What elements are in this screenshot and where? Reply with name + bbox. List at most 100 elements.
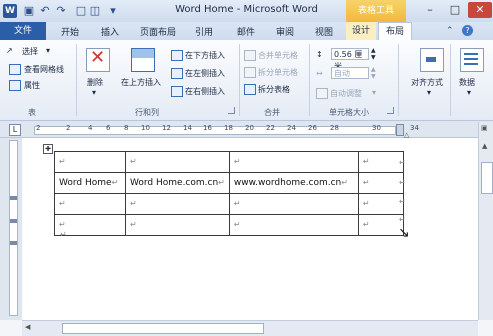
cell-marker-icon: ↵ [130, 157, 137, 166]
group-divider [309, 44, 310, 116]
table-cell[interactable]: Word Home↵ [54, 172, 126, 194]
scroll-left-icon[interactable]: ◀ [25, 323, 30, 331]
insert-right-button[interactable]: 在右侧插入 [185, 86, 225, 97]
insert-below-icon [171, 50, 183, 61]
cell-marker-icon: ↵ [362, 157, 370, 166]
row-height-input[interactable]: 0.56 厘米 [331, 48, 369, 71]
tab-file[interactable]: 文件 [0, 22, 46, 40]
data-button[interactable]: 数据 [459, 77, 475, 88]
table-cell[interactable]: ↵ [125, 193, 230, 215]
table-cell[interactable]: www.wordhome.com.cn↵ [228, 172, 359, 194]
ribbon-minimize-icon[interactable]: ⌃ [446, 26, 454, 36]
cell-text: www.wordhome.com.cn [233, 178, 342, 188]
scroll-thumb[interactable] [481, 162, 493, 194]
cell-text: Word Home [59, 178, 112, 188]
group-label-cell-size: 单元格大小 [329, 108, 369, 117]
merge-cells-icon [244, 50, 256, 61]
customize-qat-icon[interactable]: ▾ [106, 4, 120, 18]
spinner-arrows-icon[interactable]: ▲ ▼ [371, 66, 376, 80]
alignment-button[interactable]: 对齐方式 [411, 77, 443, 88]
tab-references[interactable]: 引用 [195, 25, 213, 38]
insert-above-icon [131, 48, 155, 72]
open-folder-icon[interactable]: ◫ [88, 4, 102, 18]
table-row: ↵ ↵ ↵ ↵ [54, 214, 404, 236]
table-cell[interactable]: ↵ [228, 214, 359, 236]
table-cell[interactable]: ↵ [125, 151, 230, 173]
gridlines-icon [9, 64, 21, 75]
cell-marker-icon: ↵ [59, 199, 66, 208]
table-cell[interactable]: ↵ [54, 193, 126, 215]
table-cell[interactable]: ↵ [357, 151, 404, 173]
split-cells-button[interactable]: 拆分单元格 [258, 67, 298, 78]
ruler-mark: 34 [410, 124, 419, 132]
tab-insert[interactable]: 插入 [101, 25, 119, 38]
tab-layout[interactable]: 布局 [378, 22, 412, 41]
maximize-icon[interactable]: □ [443, 2, 467, 18]
tab-mailings[interactable]: 邮件 [237, 25, 255, 38]
table-cell[interactable]: ↵ [357, 214, 404, 236]
delete-button[interactable]: 删除 [87, 77, 103, 88]
table-cell[interactable]: ↵ [357, 172, 404, 194]
column-marker-icon[interactable] [396, 124, 404, 136]
table-cell[interactable]: ↵ [357, 193, 404, 215]
tab-home[interactable]: 开始 [61, 25, 79, 38]
spinner-arrows-icon[interactable]: ▲ ▼ [371, 47, 376, 61]
properties-button[interactable]: 属性 [24, 80, 40, 91]
minimize-icon[interactable]: – [418, 2, 442, 18]
tab-page-layout[interactable]: 页面布局 [140, 25, 176, 38]
chevron-down-icon: ▾ [467, 88, 472, 97]
ruler-mark: 12 [162, 124, 171, 132]
delete-table-icon: ✕ [86, 47, 110, 72]
ruler-mark: 24 [287, 124, 296, 132]
table-move-handle-icon[interactable]: ✚ [43, 144, 53, 154]
new-document-icon[interactable]: □ [74, 4, 88, 18]
insert-below-button[interactable]: 在下方插入 [185, 50, 225, 61]
tab-selector-icon[interactable]: L [9, 124, 21, 136]
insert-left-button[interactable]: 在左侧插入 [185, 68, 225, 79]
chevron-down-icon: ▾ [92, 88, 97, 97]
horizontal-scroll-thumb[interactable] [62, 323, 264, 334]
ruler-mark: 16 [203, 124, 212, 132]
save-icon[interactable]: ▣ [22, 4, 36, 18]
redo-icon[interactable]: ↷ [54, 4, 68, 18]
vertical-scrollbar[interactable]: ▣ ▲ [478, 122, 493, 320]
merge-cells-button[interactable]: 合并单元格 [258, 50, 298, 61]
undo-icon[interactable]: ↶ [38, 4, 52, 18]
cell-text: Word Home.com.cn [130, 178, 219, 188]
cell-marker-icon: ↵ [341, 178, 348, 187]
row-end-marker-icon: ↵ [399, 158, 406, 167]
cell-marker-icon: ↵ [362, 220, 370, 229]
alignment-icon [420, 48, 444, 72]
group-label-table: 表 [28, 108, 36, 117]
tab-review[interactable]: 审阅 [276, 25, 294, 38]
table-cell[interactable]: ↵ [125, 214, 230, 236]
horizontal-scrollbar[interactable]: ◀ [22, 320, 478, 336]
select-button[interactable]: 选择 [22, 46, 38, 57]
autofit-button[interactable]: 自动调整 [330, 88, 362, 99]
cell-marker-icon: ↵ [130, 220, 137, 229]
insert-above-button[interactable]: 在上方插入 [121, 77, 161, 88]
data-icon [460, 48, 484, 72]
split-table-button[interactable]: 拆分表格 [258, 84, 290, 95]
help-icon[interactable]: ? [462, 25, 473, 36]
group-label-merge: 合并 [264, 108, 280, 117]
properties-icon [9, 80, 21, 91]
table-cell[interactable]: ↵ [228, 151, 359, 173]
table-cell[interactable]: ↵ [228, 193, 359, 215]
tab-view[interactable]: 视图 [315, 25, 333, 38]
scroll-up-icon[interactable]: ▲ [482, 142, 487, 150]
ruler-toggle-icon[interactable]: ▣ [481, 124, 488, 132]
dialog-launcher-icon[interactable] [387, 107, 394, 114]
table-tools-context-header: 表格工具 [346, 0, 406, 22]
tab-design[interactable]: 设计 [346, 22, 376, 40]
group-divider [450, 44, 451, 116]
table-cell[interactable]: Word Home.com.cn↵ [125, 172, 230, 194]
split-cells-icon [244, 67, 256, 78]
column-width-input[interactable]: 自动 [331, 67, 369, 79]
word-table[interactable]: ↵ ↵ ↵ ↵ Word Home↵ Word Home.com.cn↵ www… [54, 151, 404, 236]
table-cell[interactable]: ↵ [54, 151, 126, 173]
view-gridlines-button[interactable]: 查看网格线 [24, 64, 64, 75]
close-icon[interactable]: ✕ [468, 2, 492, 18]
word-logo-icon: W [3, 4, 17, 18]
dialog-launcher-icon[interactable] [228, 107, 235, 114]
